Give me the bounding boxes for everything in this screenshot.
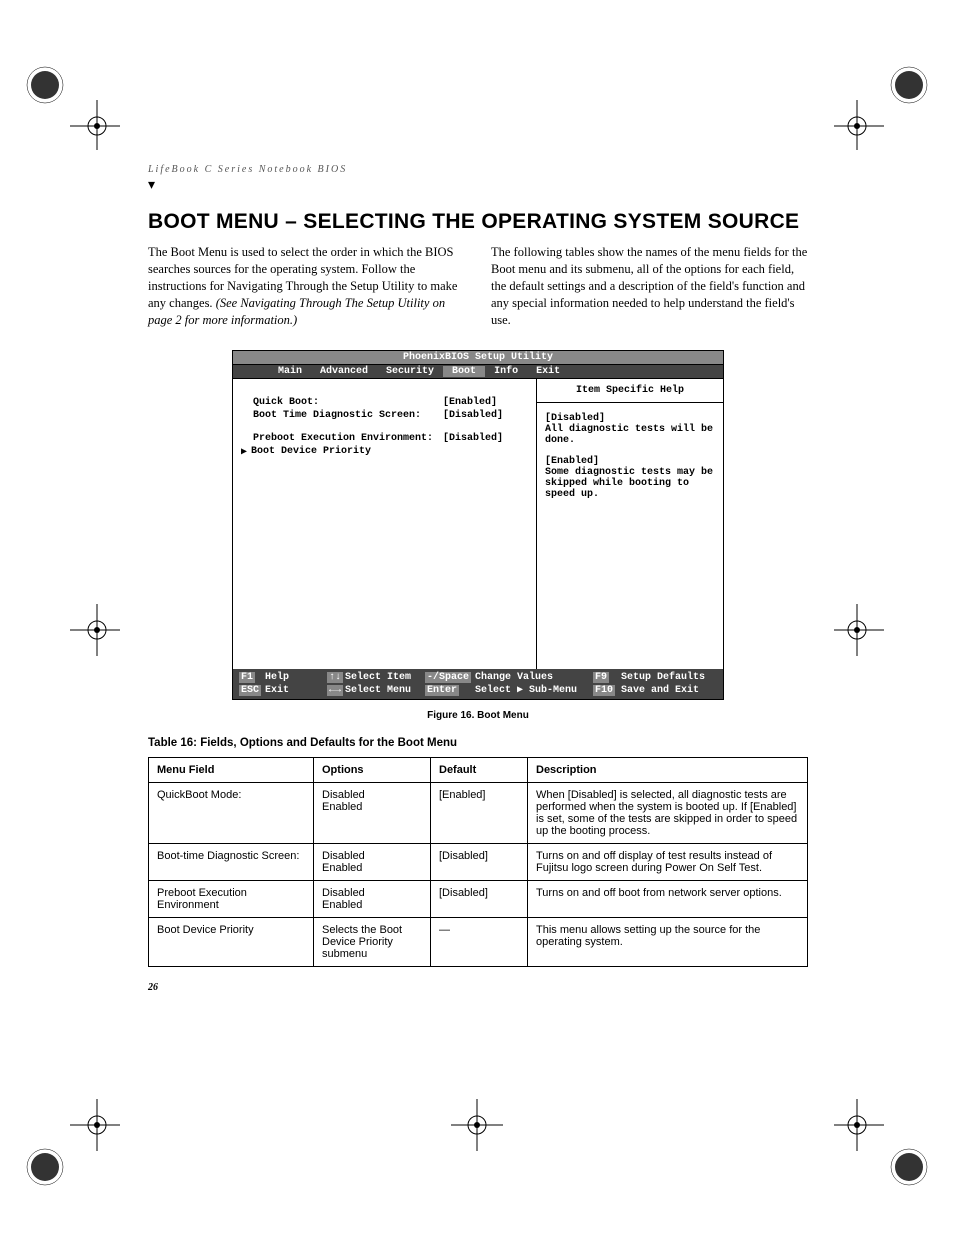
table-cell: This menu allows setting up the source f… <box>528 918 808 967</box>
bios-tabs: Main Advanced Security Boot Info Exit <box>233 365 723 379</box>
bios-help-line: All diagnostic tests will be done. <box>545 424 715 446</box>
bios-tab-main: Main <box>269 366 311 377</box>
bios-key: ←→ <box>327 685 343 696</box>
bios-tab-boot: Boot <box>443 366 485 377</box>
bios-key: ESC <box>239 685 261 696</box>
bios-option-value: [Disabled] <box>443 410 503 421</box>
bios-key-action: Exit <box>265 684 327 697</box>
crop-mark <box>834 1095 934 1195</box>
table-cell: When [Disabled] is selected, all diagnos… <box>528 783 808 844</box>
bios-key: ↑↓ <box>327 672 343 683</box>
intro-left: The Boot Menu is used to select the orde… <box>148 244 465 328</box>
bios-key-action: Help <box>265 671 327 684</box>
table-cell: Boot Device Priority <box>149 918 314 967</box>
table-cell: Selects the Boot Device Priority submenu <box>314 918 431 967</box>
crop-mark <box>20 50 120 150</box>
bios-footer: F1 Help ↑↓ Select Item -/Space Change Va… <box>233 669 723 699</box>
table-row: Boot-time Diagnostic Screen:Disabled Ena… <box>149 844 808 881</box>
bios-help-line: [Disabled] <box>545 413 715 424</box>
table-cell: Boot-time Diagnostic Screen: <box>149 844 314 881</box>
table-cell: [Disabled] <box>431 844 528 881</box>
bios-key-action: Select ▶ Sub-Menu <box>475 684 593 697</box>
bios-key: Enter <box>425 685 459 696</box>
bios-option-value: [Disabled] <box>443 433 503 444</box>
header-arrow-icon: ▾ <box>148 177 808 194</box>
crop-mark <box>834 580 934 680</box>
table-cell: Turns on and off boot from network serve… <box>528 881 808 918</box>
bios-option-label: Quick Boot: <box>253 397 443 408</box>
bios-option-value: [Enabled] <box>443 397 497 408</box>
crop-mark <box>834 50 934 150</box>
table-header: Description <box>528 758 808 783</box>
bios-key: F10 <box>593 685 615 696</box>
figure-caption: Figure 16. Boot Menu <box>148 710 808 721</box>
table-header: Menu Field <box>149 758 314 783</box>
bios-help-line: [Enabled] <box>545 456 715 467</box>
table-cell: Preboot Execution Environment <box>149 881 314 918</box>
bios-key: F1 <box>239 672 255 683</box>
bios-main-panel: Quick Boot: [Enabled] Boot Time Diagnost… <box>233 379 536 669</box>
bios-help-panel: Item Specific Help [Disabled] All diagno… <box>536 379 723 669</box>
page-title: BOOT MENU – SELECTING THE OPERATING SYST… <box>148 210 808 234</box>
table-cell: Turns on and off display of test results… <box>528 844 808 881</box>
bios-option-label: Preboot Execution Environment: <box>253 433 443 444</box>
table-row: Boot Device PrioritySelects the Boot Dev… <box>149 918 808 967</box>
intro-right: The following tables show the names of t… <box>491 244 808 328</box>
bios-tab-exit: Exit <box>527 366 569 377</box>
table-caption: Table 16: Fields, Options and Defaults f… <box>148 737 808 749</box>
table-cell: — <box>431 918 528 967</box>
bios-key-action: Save and Exit <box>621 684 699 697</box>
page-number: 26 <box>148 982 158 993</box>
bios-key-action: Change Values <box>475 671 593 684</box>
bios-key-action: Setup Defaults <box>621 671 705 684</box>
bios-submenu-item: Boot Device Priority <box>251 446 371 458</box>
crop-mark <box>20 580 120 680</box>
bios-key-action: Select Item <box>345 671 425 684</box>
bios-help-title: Item Specific Help <box>545 385 715 396</box>
bios-window: PhoenixBIOS Setup Utility Main Advanced … <box>232 350 724 700</box>
running-header: LifeBook C Series Notebook BIOS <box>148 164 808 175</box>
crop-mark <box>427 1095 527 1195</box>
table-cell: Disabled Enabled <box>314 881 431 918</box>
bios-key: F9 <box>593 672 609 683</box>
table-row: Preboot Execution EnvironmentDisabled En… <box>149 881 808 918</box>
table-cell: Disabled Enabled <box>314 783 431 844</box>
table-cell: [Enabled] <box>431 783 528 844</box>
table-row: QuickBoot Mode:Disabled Enabled[Enabled]… <box>149 783 808 844</box>
bios-title: PhoenixBIOS Setup Utility <box>233 351 723 365</box>
table-cell: Disabled Enabled <box>314 844 431 881</box>
bios-key: -/Space <box>425 672 471 683</box>
bios-tab-advanced: Advanced <box>311 366 377 377</box>
bios-key-action: Select Menu <box>345 684 425 697</box>
crop-mark <box>20 1095 120 1195</box>
table-header: Options <box>314 758 431 783</box>
bios-help-line: Some diagnostic tests may be skipped whi… <box>545 467 715 500</box>
table-cell: [Disabled] <box>431 881 528 918</box>
table-cell: QuickBoot Mode: <box>149 783 314 844</box>
fields-table: Menu Field Options Default Description Q… <box>148 757 808 967</box>
bios-tab-security: Security <box>377 366 443 377</box>
submenu-arrow-icon: ▶ <box>241 446 247 458</box>
table-header: Default <box>431 758 528 783</box>
bios-option-label: Boot Time Diagnostic Screen: <box>253 410 443 421</box>
bios-tab-info: Info <box>485 366 527 377</box>
